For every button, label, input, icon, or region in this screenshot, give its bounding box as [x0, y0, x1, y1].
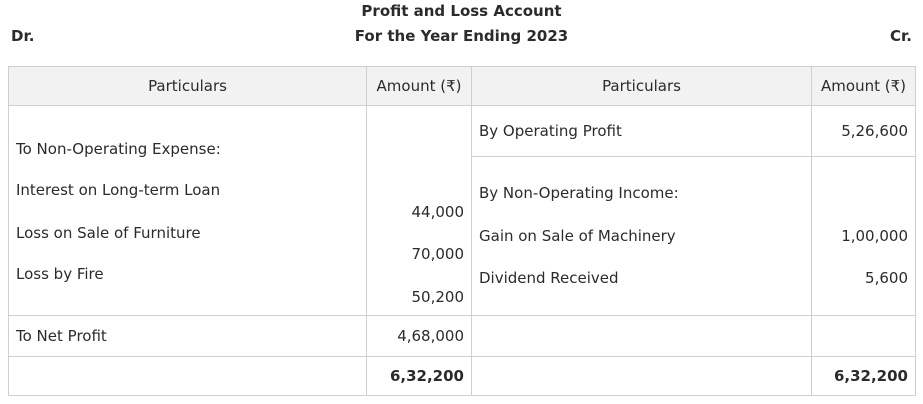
non-operating-income-amount-cell: 1,00,000 5,600	[811, 156, 916, 316]
empty-cell	[471, 315, 812, 357]
table-header-row: Particulars Amount (₹) Particulars Amoun…	[8, 66, 916, 106]
net-profit-amount: 4,68,000	[366, 315, 472, 357]
table-row: To Net Profit 4,68,000	[8, 315, 916, 357]
debit-total: 6,32,200	[366, 356, 472, 396]
debit-particulars-cell: To Non-Operating Expense: Interest on Lo…	[8, 105, 367, 316]
credit-item-label: Gain on Sale of Machinery	[479, 227, 676, 245]
credit-item-amount: 5,600	[865, 269, 908, 287]
debit-item-amount: 70,000	[411, 245, 465, 263]
empty-cell	[811, 315, 916, 357]
statement-title: Profit and Loss Account	[361, 2, 562, 20]
debit-amount-header: Amount (₹)	[366, 66, 472, 106]
non-operating-income-heading: By Non-Operating Income:	[479, 184, 679, 202]
debit-item-amount: 44,000	[411, 203, 465, 221]
credit-side-label: Cr.	[890, 27, 912, 45]
debit-amount-cell: 44,000 70,000 50,200	[366, 105, 472, 316]
empty-cell	[8, 356, 367, 396]
debit-item-amount: 50,200	[411, 288, 465, 306]
statement-header: Profit and Loss Account For the Year End…	[0, 0, 923, 66]
profit-loss-table: Particulars Amount (₹) Particulars Amoun…	[8, 66, 916, 396]
empty-cell	[471, 356, 812, 396]
credit-amount-header: Amount (₹)	[811, 66, 916, 106]
statement-subtitle: For the Year Ending 2023	[354, 27, 569, 45]
operating-profit-cell: By Operating Profit	[471, 105, 812, 157]
debit-item-label: Loss by Fire	[16, 265, 104, 283]
debit-side-label: Dr.	[11, 27, 35, 45]
credit-total: 6,32,200	[811, 356, 916, 396]
net-profit-label: To Net Profit	[8, 315, 367, 357]
operating-profit-label: By Operating Profit	[479, 122, 622, 140]
debit-item-label: Loss on Sale of Furniture	[16, 224, 201, 242]
operating-profit-amount: 5,26,600	[841, 122, 908, 140]
debit-particulars-header: Particulars	[8, 66, 367, 106]
operating-profit-amount-cell: 5,26,600	[811, 105, 916, 157]
debit-item-label: Interest on Long-term Loan	[16, 181, 221, 199]
non-operating-income-cell: By Non-Operating Income: Gain on Sale of…	[471, 156, 812, 316]
credit-item-label: Dividend Received	[479, 269, 619, 287]
totals-row: 6,32,200 6,32,200	[8, 356, 916, 396]
credit-particulars-header: Particulars	[471, 66, 812, 106]
table-row: To Non-Operating Expense: Interest on Lo…	[8, 105, 916, 316]
non-operating-expense-heading: To Non-Operating Expense:	[16, 140, 221, 158]
credit-item-amount: 1,00,000	[841, 227, 908, 245]
